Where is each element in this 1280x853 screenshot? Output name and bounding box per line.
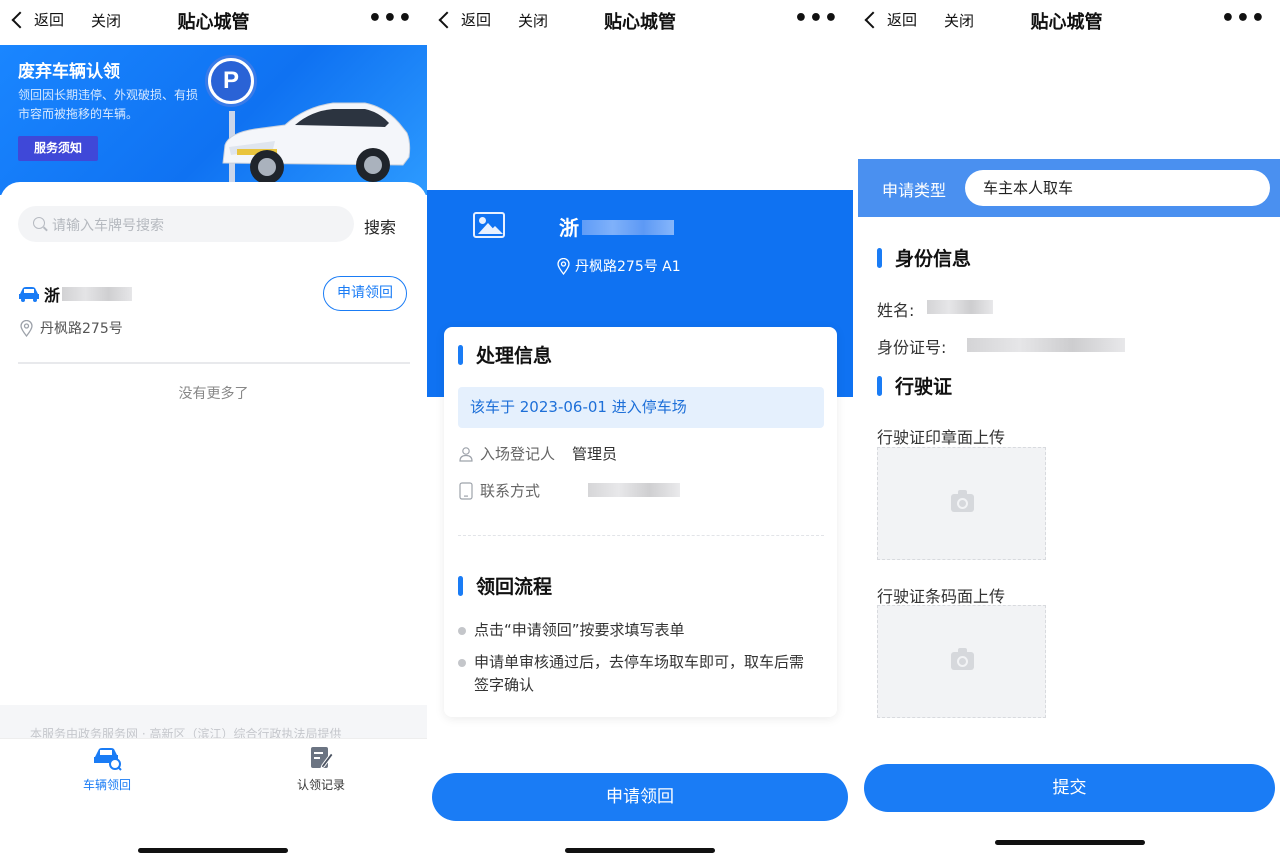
contact-redacted bbox=[588, 483, 680, 497]
section-title-license: 行驶证 bbox=[877, 372, 952, 399]
search-button[interactable]: 搜索 bbox=[364, 214, 396, 238]
edit-doc-icon bbox=[311, 747, 334, 769]
submit-button[interactable]: 提交 bbox=[864, 764, 1275, 812]
plate-number: 浙 bbox=[559, 216, 579, 240]
id-number-redacted bbox=[967, 338, 1125, 352]
search-input[interactable]: 请输入车牌号搜索 bbox=[18, 206, 354, 242]
section-title-process: 领回流程 bbox=[458, 572, 552, 599]
person-icon bbox=[459, 446, 473, 462]
car-icon bbox=[19, 287, 39, 302]
camera-icon bbox=[951, 490, 974, 512]
home-indicator bbox=[565, 848, 715, 853]
nav-bar: 返回 关闭 贴心城管 ••• bbox=[0, 0, 427, 42]
location-pin-icon bbox=[20, 320, 33, 337]
image-icon bbox=[473, 212, 505, 238]
upload-license-barcode[interactable] bbox=[877, 605, 1046, 718]
no-more-text: 没有更多了 bbox=[178, 386, 249, 402]
tab-claim-records[interactable]: 认领记录 bbox=[266, 745, 376, 793]
nav-bar: 返回 关闭 贴心城管 ••• bbox=[853, 0, 1280, 42]
id-number-label: 身份证号: bbox=[877, 338, 947, 357]
screen-claim-form: 返回 关闭 贴心城管 ••• 申请类型 车主本人取车 身份信息 姓名: 身份证号… bbox=[853, 0, 1280, 853]
contact-label: 联系方式 bbox=[480, 482, 541, 500]
search-icon bbox=[33, 217, 45, 229]
page-title: 贴心城管 bbox=[1030, 12, 1103, 33]
entry-notice: 该车于 2023-06-01 进入停车场 bbox=[458, 387, 824, 428]
registrar-row: 入场登记人 管理员 bbox=[458, 443, 617, 464]
screen-vehicle-detail: 返回 关闭 贴心城管 ••• 浙 丹枫路275号 A1 处理信息 该车于 202… bbox=[427, 0, 853, 853]
address-text: 丹枫路275号 A1 bbox=[575, 259, 681, 275]
name-label: 姓名: bbox=[877, 301, 915, 320]
vehicle-location: 丹枫路275号 A1 bbox=[557, 256, 681, 276]
name-redacted bbox=[927, 300, 993, 314]
footer-note: 本服务由政务服务网 · 高新区（滨江）综合行政执法局提供 bbox=[0, 705, 427, 739]
step-item: 点击“申请领回”按要求填写表单 bbox=[458, 619, 818, 642]
plate-number: 浙 bbox=[44, 286, 61, 305]
dashed-divider bbox=[458, 535, 824, 536]
car-search-icon bbox=[94, 748, 122, 771]
vehicle-address: 丹枫路275号 bbox=[40, 321, 123, 337]
tab-label: 认领记录 bbox=[296, 778, 345, 792]
section-title-identity: 身份信息 bbox=[877, 244, 971, 271]
car-illustration bbox=[222, 102, 411, 184]
more-icon[interactable]: ••• bbox=[794, 6, 839, 31]
more-icon[interactable]: ••• bbox=[368, 6, 413, 31]
content-sheet: 请输入车牌号搜索 搜索 浙 申请领回 丹枫路275号 没有更多了 bbox=[0, 182, 427, 742]
contact-row: 联系方式 bbox=[458, 480, 680, 501]
application-type-row: 申请类型 车主本人取车 bbox=[858, 159, 1280, 217]
page-title: 贴心城管 bbox=[604, 12, 676, 33]
plate-redacted bbox=[582, 220, 674, 235]
page-title: 贴心城管 bbox=[177, 12, 250, 33]
section-title-processing: 处理信息 bbox=[458, 341, 552, 368]
home-indicator bbox=[138, 848, 288, 853]
banner-desc: 领回因长期违停、外观破损、有损市容而被拖移的车辆。 bbox=[18, 88, 199, 121]
registrar-value: 管理员 bbox=[572, 445, 618, 463]
tab-vehicle-return[interactable]: 车辆领回 bbox=[52, 745, 162, 793]
upload-license-stamp[interactable] bbox=[877, 447, 1046, 560]
application-type-select[interactable]: 车主本人取车 bbox=[965, 170, 1270, 206]
list-item[interactable]: 浙 申请领回 丹枫路275号 bbox=[18, 274, 410, 364]
camera-icon bbox=[951, 648, 974, 670]
more-icon[interactable]: ••• bbox=[1221, 6, 1266, 31]
upload-label-stamp: 行驶证印章面上传 bbox=[877, 428, 1006, 447]
apply-return-button[interactable]: 申请领回 bbox=[432, 773, 848, 821]
info-card: 处理信息 该车于 2023-06-01 进入停车场 入场登记人 管理员 联系方式… bbox=[444, 327, 837, 717]
application-type-label: 申请类型 bbox=[882, 181, 947, 200]
search-placeholder: 请输入车牌号搜索 bbox=[52, 218, 164, 234]
home-indicator bbox=[995, 840, 1145, 845]
upload-label-barcode: 行驶证条码面上传 bbox=[877, 587, 1006, 606]
tab-label: 车辆领回 bbox=[82, 778, 131, 792]
service-notice-button[interactable]: 服务须知 bbox=[18, 136, 98, 161]
nav-bar: 返回 关闭 贴心城管 ••• bbox=[427, 0, 853, 42]
tab-bar: 车辆领回 认领记录 bbox=[0, 738, 427, 828]
apply-return-button[interactable]: 申请领回 bbox=[323, 276, 407, 311]
phone-icon bbox=[459, 481, 473, 500]
banner-title: 废弃车辆认领 bbox=[18, 62, 120, 82]
step-item: 申请单审核通过后，去停车场取车即可，取车后需签字确认 bbox=[458, 651, 818, 697]
banner: 废弃车辆认领 领回因长期违停、外观破损、有损市容而被拖移的车辆。 服务须知 P bbox=[0, 45, 427, 195]
registrar-label: 入场登记人 bbox=[480, 445, 556, 463]
location-pin-icon bbox=[557, 257, 570, 275]
plate-redacted bbox=[62, 287, 132, 301]
screen-vehicle-search: 返回 关闭 贴心城管 ••• 废弃车辆认领 领回因长期违停、外观破损、有损市容而… bbox=[0, 0, 427, 853]
